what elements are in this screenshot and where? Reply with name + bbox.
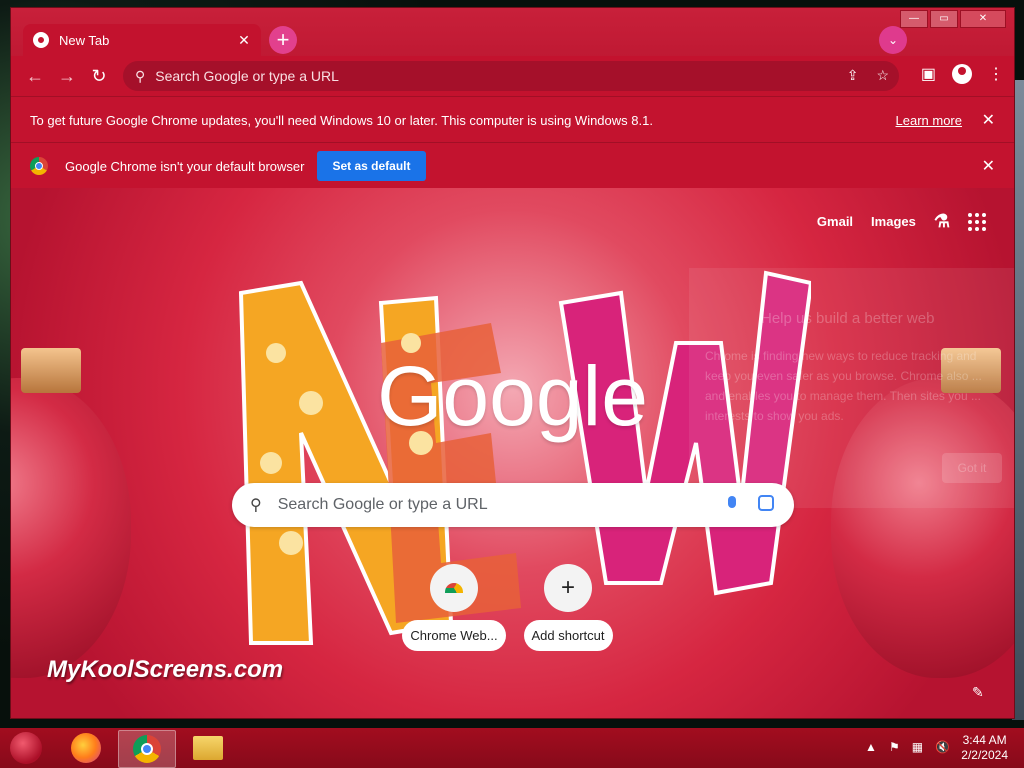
close-window-button[interactable]: ✕ — [960, 10, 1006, 28]
profile-avatar-icon[interactable] — [952, 64, 972, 84]
apps-grid-icon[interactable] — [968, 212, 986, 231]
back-button[interactable]: ← — [21, 62, 49, 90]
omnibox[interactable]: ⚲ Search Google or type a URL ⇪ ☆ — [123, 61, 899, 91]
tab-new-tab[interactable]: New Tab ✕ — [23, 24, 261, 56]
ntp-header-links: Gmail Images ⚗ — [817, 211, 986, 232]
ntp-search-placeholder: Search Google or type a URL — [277, 496, 488, 513]
volume-muted-icon[interactable]: 🔇 — [935, 740, 950, 754]
forward-button[interactable]: → — [53, 62, 81, 90]
menu-kebab-icon[interactable]: ⋮ — [988, 64, 1004, 84]
maximize-button[interactable]: ▭ — [930, 10, 958, 28]
learn-more-link[interactable]: Learn more — [896, 113, 962, 128]
start-button[interactable] — [10, 732, 42, 764]
shortcut-label: Add shortcut — [523, 620, 613, 651]
gmail-link[interactable]: Gmail — [817, 214, 853, 229]
tray-expand-icon[interactable]: ▲ — [865, 740, 877, 754]
shortcut-label: Chrome Web... — [402, 620, 506, 651]
clock[interactable]: 3:44 AM 2/2/2024 — [961, 733, 1008, 763]
reload-button[interactable]: ↻ — [85, 62, 113, 90]
new-tab-button[interactable]: + — [269, 26, 297, 54]
chrome-favicon-icon — [33, 32, 49, 48]
tab-title: New Tab — [59, 32, 110, 48]
chrome-logo-icon — [30, 157, 48, 175]
minimize-button[interactable]: — — [900, 10, 928, 28]
omnibox-placeholder: Search Google or type a URL — [155, 68, 339, 84]
shortcut-chrome-web-store[interactable]: Chrome Web... — [399, 564, 509, 651]
omnibox-actions: ⇪ ☆ — [847, 67, 889, 84]
tab-close-icon[interactable]: ✕ — [235, 31, 253, 49]
update-message: To get future Google Chrome updates, you… — [30, 112, 653, 128]
images-link[interactable]: Images — [871, 214, 916, 229]
new-tab-page: Help us build a better web Chrome is fin… — [11, 188, 1014, 718]
taskbar-firefox[interactable] — [58, 730, 114, 766]
chrome-icon — [133, 735, 161, 763]
folder-icon — [193, 736, 223, 760]
watermark-text: MyKoolScreens.com — [47, 656, 284, 683]
voice-search-mic-icon[interactable] — [728, 496, 736, 508]
ntp-search-input[interactable]: ⚲ Search Google or type a URL — [232, 483, 794, 527]
window-controls: — ▭ ✕ — [900, 10, 1006, 28]
plus-icon: + — [544, 564, 592, 612]
update-infobar: To get future Google Chrome updates, you… — [11, 96, 1014, 143]
clock-date: 2/2/2024 — [961, 748, 1008, 762]
close-icon[interactable]: ✕ — [982, 110, 995, 130]
taskbar: ▲ ⚑ ▦ 🔇 3:44 AM 2/2/2024 — [0, 728, 1024, 768]
tab-search-button[interactable]: ⌄ — [879, 26, 907, 54]
system-tray: ▲ ⚑ ▦ 🔇 — [865, 740, 950, 754]
side-panel-icon[interactable]: ▣ — [921, 64, 936, 84]
chrome-window: New Tab ✕ + ⌄ — ▭ ✕ ← → ↻ ⚲ Search Googl… — [11, 8, 1014, 718]
google-lens-icon[interactable] — [758, 495, 774, 511]
default-browser-infobar: Google Chrome isn't your default browser… — [11, 142, 1014, 189]
labs-flask-icon[interactable]: ⚗ — [934, 211, 950, 232]
close-icon[interactable]: ✕ — [982, 156, 995, 176]
share-icon[interactable]: ⇪ — [847, 67, 859, 84]
set-as-default-button[interactable]: Set as default — [317, 151, 426, 181]
chrome-web-store-icon — [430, 564, 478, 612]
network-icon[interactable]: ▦ — [912, 740, 923, 754]
search-icon: ⚲ — [135, 67, 146, 84]
flag-icon[interactable]: ⚑ — [889, 740, 900, 754]
default-message: Google Chrome isn't your default browser — [65, 158, 305, 174]
bookmark-star-icon[interactable]: ☆ — [876, 67, 889, 84]
toolbar: ← → ↻ ⚲ Search Google or type a URL ⇪ ☆ … — [11, 56, 1014, 96]
promo-title: Help us build a better web — [761, 310, 935, 327]
taskbar-file-explorer[interactable] — [180, 730, 236, 766]
clock-time: 3:44 AM — [962, 733, 1007, 747]
customize-pencil-icon[interactable]: ✎ — [972, 684, 988, 700]
shortcut-add[interactable]: + Add shortcut — [513, 564, 623, 651]
firefox-icon — [71, 733, 101, 763]
toolbar-right: ▣ ⋮ — [921, 64, 1004, 84]
google-logo: Google — [377, 349, 648, 443]
taskbar-chrome[interactable] — [118, 730, 176, 768]
got-it-button[interactable]: Got it — [942, 453, 1002, 483]
search-icon: ⚲ — [250, 497, 262, 514]
